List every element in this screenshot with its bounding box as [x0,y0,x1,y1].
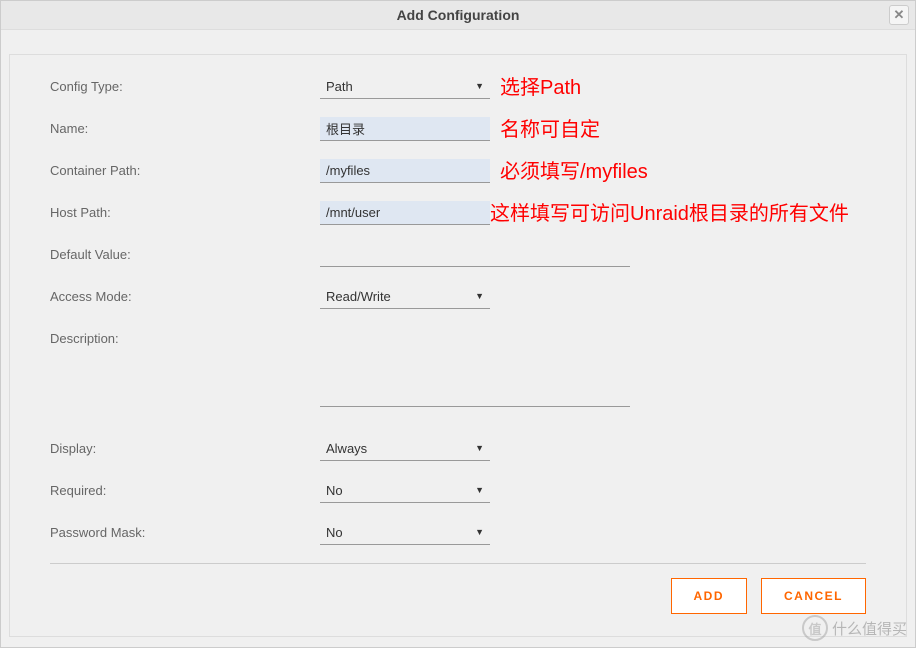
config-type-select[interactable]: Path [320,75,490,99]
row-container-path: Container Path: 必须填写/myfiles [50,159,866,183]
row-access-mode: Access Mode: Read/Write ▼ [50,285,866,309]
required-select[interactable]: No [320,479,490,503]
row-password-mask: Password Mask: No ▼ [50,521,866,545]
label-container-path: Container Path: [50,159,320,178]
access-mode-select[interactable]: Read/Write [320,285,490,309]
name-input[interactable] [320,117,490,141]
close-icon: ✕ [894,7,905,22]
row-display: Display: Always ▼ [50,437,866,461]
add-button[interactable]: ADD [671,578,748,614]
dialog-header: Add Configuration ✕ [1,1,915,30]
label-access-mode: Access Mode: [50,285,320,304]
dialog-title: Add Configuration [397,7,520,23]
label-config-type: Config Type: [50,75,320,94]
close-button[interactable]: ✕ [889,5,909,25]
dialog-footer: ADD CANCEL [50,563,866,614]
row-required: Required: No ▼ [50,479,866,503]
cancel-button[interactable]: CANCEL [761,578,866,614]
row-host-path: Host Path: 这样填写可访问Unraid根目录的所有文件 [50,201,866,225]
dialog-inner: Config Type: Path ▼ 选择Path Name: 名称可自定 [9,54,907,637]
row-name: Name: 名称可自定 [50,117,866,141]
default-value-input[interactable] [320,243,630,267]
annotation-container-path: 必须填写/myfiles [500,155,648,184]
label-display: Display: [50,437,320,456]
display-select[interactable]: Always [320,437,490,461]
description-input[interactable] [320,327,630,407]
label-name: Name: [50,117,320,136]
label-default-value: Default Value: [50,243,320,262]
label-host-path: Host Path: [50,201,320,220]
annotation-host-path: 这样填写可访问Unraid根目录的所有文件 [490,197,849,226]
row-default-value: Default Value: [50,243,866,267]
label-required: Required: [50,479,320,498]
password-mask-select[interactable]: No [320,521,490,545]
label-password-mask: Password Mask: [50,521,320,540]
container-path-input[interactable] [320,159,490,183]
annotation-name: 名称可自定 [500,113,600,142]
row-description: Description: [50,327,866,407]
label-description: Description: [50,327,320,346]
add-configuration-dialog: Add Configuration ✕ Config Type: Path ▼ … [0,0,916,648]
dialog-body: Config Type: Path ▼ 选择Path Name: 名称可自定 [1,30,915,647]
row-config-type: Config Type: Path ▼ 选择Path [50,75,866,99]
annotation-config-type: 选择Path [500,71,581,100]
host-path-input[interactable] [320,201,490,225]
